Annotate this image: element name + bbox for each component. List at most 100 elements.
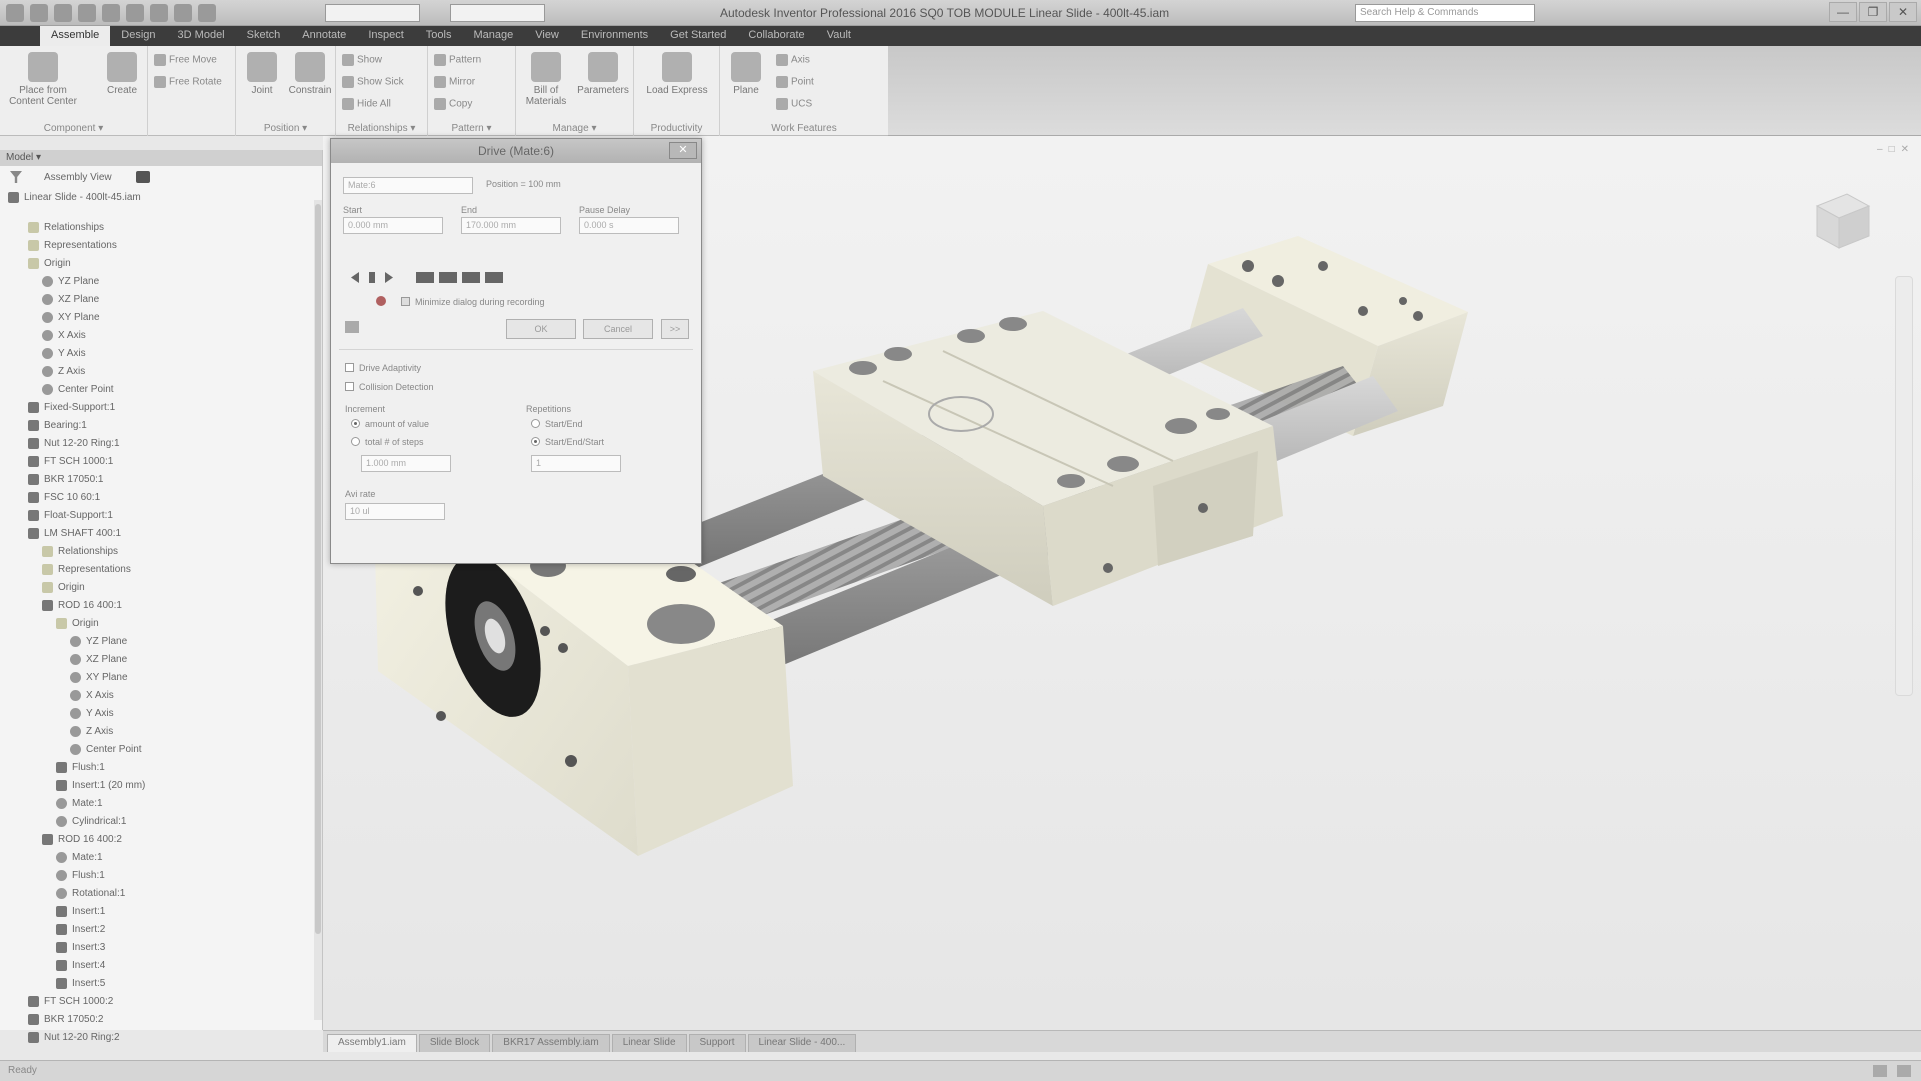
tree-node[interactable]: Flush:1: [0, 866, 314, 884]
ribbon-tab-manage[interactable]: Manage: [462, 26, 524, 46]
viewcube[interactable]: [1807, 186, 1877, 256]
close-button[interactable]: ✕: [1889, 2, 1917, 22]
constraint-name-field[interactable]: Mate:6: [343, 177, 473, 194]
free-move-button[interactable]: Free Move: [154, 54, 217, 66]
constrain-button[interactable]: Constrain: [286, 52, 334, 96]
minimize-button[interactable]: —: [1829, 2, 1857, 22]
tree-node[interactable]: Insert:5: [0, 974, 314, 992]
document-tab[interactable]: BKR17 Assembly.iam: [492, 1034, 610, 1052]
bill-of-materials-button[interactable]: Bill of Materials: [520, 52, 572, 107]
tree-node[interactable]: Relationships: [0, 542, 314, 560]
plane-button[interactable]: Plane: [726, 52, 766, 96]
tree-node[interactable]: ROD 16 400:2: [0, 830, 314, 848]
tree-node[interactable]: Insert:1 (20 mm): [0, 776, 314, 794]
update-icon[interactable]: [174, 4, 192, 22]
tree-node[interactable]: ROD 16 400:1: [0, 596, 314, 614]
amount-of-value-radio[interactable]: [351, 419, 360, 428]
go-to-end-icon[interactable]: [485, 272, 503, 283]
pattern-button[interactable]: Pattern: [434, 54, 481, 66]
ribbon-tab-sketch[interactable]: Sketch: [236, 26, 292, 46]
forward-icon[interactable]: [385, 272, 393, 283]
tree-node[interactable]: BKR 17050:2: [0, 1010, 314, 1028]
start-end-start-radio[interactable]: [531, 437, 540, 446]
tree-node[interactable]: Insert:4: [0, 956, 314, 974]
browser-scrollbar[interactable]: [314, 200, 322, 1020]
show-button[interactable]: Show: [342, 54, 382, 66]
ribbon-tab-vault[interactable]: Vault: [816, 26, 862, 46]
tree-node[interactable]: YZ Plane: [0, 272, 314, 290]
ok-button[interactable]: OK: [506, 319, 576, 339]
ribbon-tab-view[interactable]: View: [524, 26, 570, 46]
create-button[interactable]: Create: [100, 52, 144, 96]
ribbon-tab-design[interactable]: Design: [110, 26, 166, 46]
status-settings-icon[interactable]: [1897, 1065, 1911, 1077]
tree-node[interactable]: Insert:2: [0, 920, 314, 938]
record-icon[interactable]: [376, 296, 386, 306]
undo-icon[interactable]: [102, 4, 120, 22]
tree-node[interactable]: Representations: [0, 560, 314, 578]
tree-node[interactable]: BKR 17050:1: [0, 470, 314, 488]
tree-node[interactable]: Flush:1: [0, 758, 314, 776]
tree-node[interactable]: Rotational:1: [0, 884, 314, 902]
find-icon[interactable]: [135, 171, 150, 183]
filter-icon[interactable]: [10, 171, 22, 183]
document-tab[interactable]: Slide Block: [418, 1034, 491, 1052]
app-menu-icon[interactable]: [6, 4, 24, 22]
reverse-step-icon[interactable]: [439, 272, 457, 283]
tree-node[interactable]: Origin: [0, 614, 314, 632]
tree-node[interactable]: Nut 12-20 Ring:1: [0, 434, 314, 452]
tree-node[interactable]: XY Plane: [0, 308, 314, 326]
material-dropdown[interactable]: [325, 4, 420, 22]
maximize-button[interactable]: ❐: [1859, 2, 1887, 22]
new-icon[interactable]: [30, 4, 48, 22]
tree-node[interactable]: Fixed-Support:1: [0, 398, 314, 416]
tree-node[interactable]: FSC 10 60:1: [0, 488, 314, 506]
minimize-dialog-checkbox[interactable]: [401, 297, 410, 306]
go-to-start-icon[interactable]: [416, 272, 434, 283]
tree-node[interactable]: Nut 12-20 Ring:2: [0, 1028, 314, 1046]
document-tab[interactable]: Assembly1.iam: [327, 1034, 417, 1052]
home-icon[interactable]: [150, 4, 168, 22]
tree-node[interactable]: Y Axis: [0, 344, 314, 362]
browser-header[interactable]: Model ▾: [0, 150, 322, 166]
status-grid-icon[interactable]: [1873, 1065, 1887, 1077]
pause-delay-input[interactable]: 0.000 s: [579, 217, 679, 234]
tree-node[interactable]: X Axis: [0, 326, 314, 344]
parameters-button[interactable]: Parameters: [574, 52, 632, 96]
ribbon-tab-3d-model[interactable]: 3D Model: [167, 26, 236, 46]
total-steps-radio[interactable]: [351, 437, 360, 446]
tree-node[interactable]: Cylindrical:1: [0, 812, 314, 830]
cancel-button[interactable]: Cancel: [583, 319, 653, 339]
tree-node[interactable]: Y Axis: [0, 704, 314, 722]
hide-all-button[interactable]: Hide All: [342, 98, 391, 110]
document-tab[interactable]: Support: [688, 1034, 746, 1052]
tree-node[interactable]: Center Point: [0, 740, 314, 758]
navigation-bar[interactable]: [1895, 276, 1913, 696]
tree-node[interactable]: Insert:1: [0, 902, 314, 920]
save-icon[interactable]: [78, 4, 96, 22]
mirror-button[interactable]: Mirror: [434, 76, 475, 88]
ribbon-tab-environments[interactable]: Environments: [570, 26, 659, 46]
document-tab[interactable]: Linear Slide - 400...: [747, 1034, 857, 1052]
show-sick-button[interactable]: Show Sick: [342, 76, 404, 88]
tree-node[interactable]: LM SHAFT 400:1: [0, 524, 314, 542]
document-tab[interactable]: Linear Slide: [611, 1034, 687, 1052]
ribbon-tab-tools[interactable]: Tools: [415, 26, 463, 46]
tree-node[interactable]: FT SCH 1000:2: [0, 992, 314, 1010]
ribbon-tab-assemble[interactable]: Assemble: [40, 26, 111, 46]
drive-adaptivity-checkbox[interactable]: [345, 363, 354, 372]
browser-scroll-thumb[interactable]: [315, 204, 321, 934]
axis-button[interactable]: Axis: [776, 54, 810, 66]
tree-node[interactable]: X Axis: [0, 686, 314, 704]
select-icon[interactable]: [198, 4, 216, 22]
tree-node[interactable]: Z Axis: [0, 362, 314, 380]
help-icon[interactable]: [345, 321, 359, 333]
reverse-icon[interactable]: [351, 272, 359, 283]
tree-node[interactable]: FT SCH 1000:1: [0, 452, 314, 470]
tree-node[interactable]: XY Plane: [0, 668, 314, 686]
tree-node[interactable]: Origin: [0, 254, 314, 272]
copy-button[interactable]: Copy: [434, 98, 472, 110]
pause-icon[interactable]: [369, 272, 375, 283]
tree-node[interactable]: Origin: [0, 578, 314, 596]
load-express-button[interactable]: Load Express: [640, 52, 714, 96]
